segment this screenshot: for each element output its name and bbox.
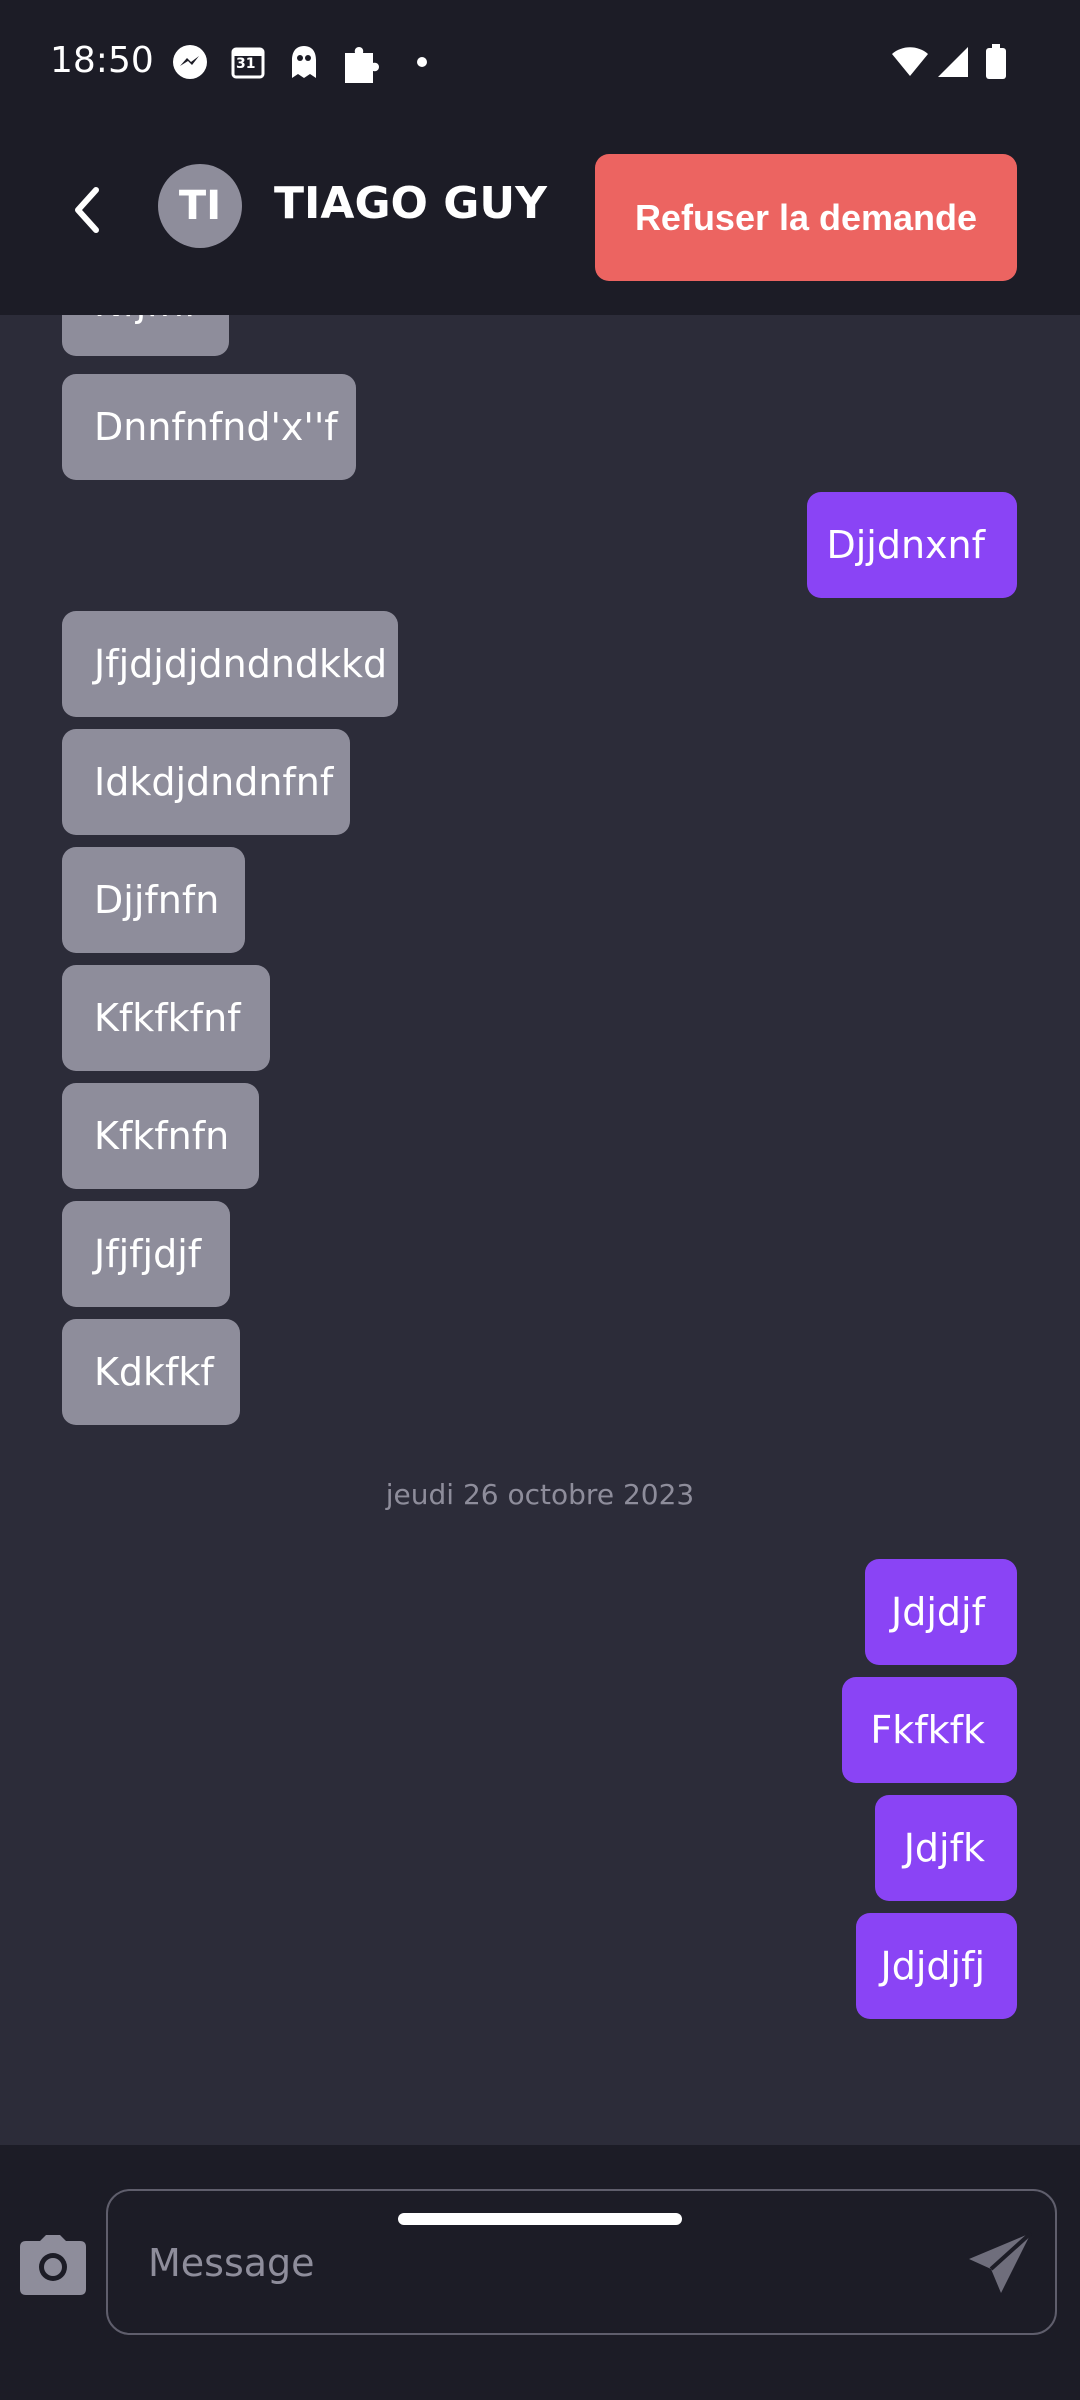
back-arrow-icon[interactable] <box>60 180 120 240</box>
battery-icon <box>982 44 1010 80</box>
puzzle-icon <box>340 40 384 86</box>
avatar[interactable]: TI <box>158 164 242 248</box>
calendar-icon: 31 <box>228 44 268 80</box>
incoming-message[interactable]: Djjfnfn <box>62 847 245 953</box>
date-separator: jeudi 26 octobre 2023 <box>385 1478 695 1511</box>
outgoing-message[interactable]: Fkfkfk <box>842 1677 1017 1783</box>
refuse-request-button[interactable]: Refuser la demande <box>595 154 1017 281</box>
incoming-message[interactable]: Dnnfnfnd'x''f <box>62 374 356 480</box>
ghost-icon <box>286 44 322 80</box>
dot-icon <box>412 44 432 80</box>
calendar-day: 31 <box>236 56 256 72</box>
incoming-message[interactable]: Kfkfkfnf <box>62 965 270 1071</box>
incoming-message[interactable]: Jfjdjdjdndndkkd <box>62 611 398 717</box>
outgoing-message[interactable]: Jdjdjf <box>865 1559 1017 1665</box>
outgoing-message[interactable]: Jdjdjfj <box>856 1913 1017 2019</box>
wifi-icon <box>890 44 930 80</box>
incoming-message[interactable]: Idkdjdndnfnf <box>62 729 350 835</box>
signal-icon <box>936 44 970 80</box>
message-input-box <box>106 2189 1057 2335</box>
send-icon[interactable] <box>965 2229 1035 2299</box>
outgoing-message[interactable]: Jdjfk <box>875 1795 1017 1901</box>
message-composer <box>0 2145 1080 2400</box>
message-list[interactable]: Nfjfnf Dnnfnfnd'x''f Djjdnxnf Jfjdjdjdndndk… <box>0 315 1080 2145</box>
incoming-message[interactable]: Kdkfkf <box>62 1319 240 1425</box>
status-time: 18:50 <box>50 40 154 81</box>
messenger-icon <box>170 44 210 80</box>
outgoing-message[interactable]: Djjdnxnf <box>807 492 1017 598</box>
home-indicator[interactable] <box>398 2213 682 2225</box>
incoming-message[interactable]: Kfkfnfn <box>62 1083 259 1189</box>
camera-icon[interactable] <box>18 2233 88 2297</box>
incoming-message[interactable]: Jfjfjdjf <box>62 1201 230 1307</box>
status-bar: 18:50 31 <box>0 0 1080 130</box>
chat-header: TI TIAGO GUY Refuser la demande <box>0 130 1080 315</box>
incoming-message[interactable]: Nfjfnf <box>62 315 229 356</box>
contact-name[interactable]: TIAGO GUY <box>274 178 547 229</box>
